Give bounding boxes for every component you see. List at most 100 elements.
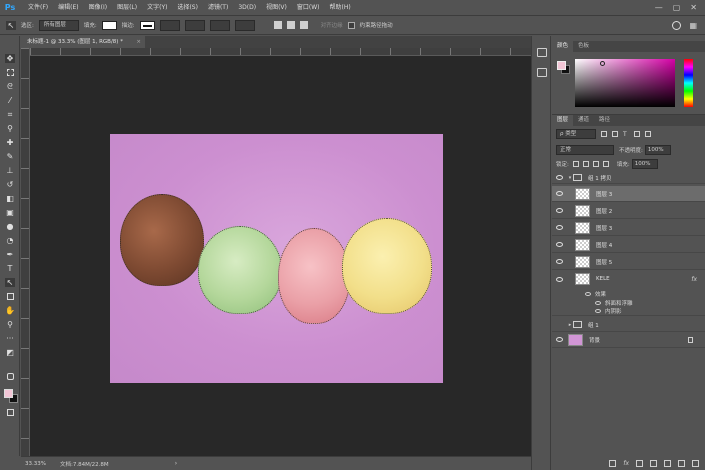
filter-smart-icon[interactable] bbox=[645, 131, 651, 137]
fill-field[interactable]: 100% bbox=[631, 159, 658, 169]
default-colors-icon[interactable]: ◩ bbox=[5, 348, 15, 357]
sample-select[interactable]: 所有图层 bbox=[38, 19, 79, 31]
layer-kele[interactable]: KELE fx bbox=[552, 271, 705, 287]
menu-layer[interactable]: 图层(L) bbox=[112, 0, 142, 15]
filter-adjust-icon[interactable] bbox=[612, 131, 618, 137]
color-panel-foreground-swatch[interactable] bbox=[557, 61, 566, 70]
color-picker-marker[interactable] bbox=[600, 61, 605, 66]
menu-file[interactable]: 文件(F) bbox=[23, 0, 53, 15]
layer-4[interactable]: 图层 4 bbox=[552, 237, 705, 253]
layer-3-selected[interactable]: 图层 3 bbox=[552, 186, 705, 202]
delete-layer-icon[interactable] bbox=[692, 460, 699, 467]
menu-window[interactable]: 窗口(W) bbox=[292, 0, 325, 15]
path-select-icon[interactable]: ↖ bbox=[5, 278, 15, 287]
eye-icon[interactable] bbox=[556, 208, 563, 213]
eye-icon[interactable] bbox=[556, 276, 563, 282]
screen-mode-icon[interactable] bbox=[5, 408, 15, 417]
shape-icon[interactable] bbox=[5, 292, 15, 301]
constrain-checkbox[interactable] bbox=[347, 21, 355, 29]
effect-inner-shadow[interactable]: 内阴影 bbox=[552, 307, 705, 316]
menu-filter[interactable]: 滤镜(T) bbox=[203, 0, 233, 15]
width-field[interactable] bbox=[209, 19, 230, 31]
eye-icon[interactable] bbox=[556, 337, 563, 342]
opacity-field[interactable]: 100% bbox=[644, 145, 671, 155]
status-menu-arrow[interactable]: › bbox=[175, 460, 177, 467]
lock-image-icon[interactable] bbox=[582, 161, 589, 167]
hue-slider[interactable] bbox=[684, 59, 693, 107]
properties-panel-icon[interactable] bbox=[537, 68, 547, 77]
quick-mask-icon[interactable] bbox=[5, 372, 15, 381]
path-align-icon[interactable] bbox=[286, 21, 295, 29]
search-icon[interactable] bbox=[672, 20, 682, 30]
healing-icon[interactable]: ✚ bbox=[5, 138, 15, 147]
add-mask-icon[interactable] bbox=[636, 460, 643, 467]
document-tab[interactable]: 未标题-1 @ 33.3% (图层 1, RGB/8) * × bbox=[21, 36, 145, 48]
fill-swatch[interactable] bbox=[101, 20, 117, 30]
menu-select[interactable]: 选择(S) bbox=[172, 0, 203, 15]
eye-icon[interactable] bbox=[595, 300, 601, 305]
zoom-level[interactable]: 33.33% bbox=[25, 461, 46, 467]
close-button[interactable]: ✕ bbox=[690, 3, 697, 12]
add-style-icon[interactable]: fx bbox=[623, 460, 629, 467]
vertical-ruler[interactable] bbox=[21, 48, 30, 456]
new-group-icon[interactable] bbox=[664, 460, 671, 467]
dodge-icon[interactable]: ◔ bbox=[5, 236, 15, 245]
eye-icon[interactable] bbox=[585, 291, 591, 296]
hand-icon[interactable]: ✋ bbox=[5, 306, 15, 315]
layer-5[interactable]: 图层 5 bbox=[552, 254, 705, 270]
filter-pixel-icon[interactable] bbox=[601, 131, 607, 137]
eye-off-icon[interactable] bbox=[556, 322, 563, 327]
menu-help[interactable]: 帮助(H) bbox=[325, 0, 356, 15]
filter-type-icon[interactable]: T bbox=[623, 131, 629, 138]
blend-mode-select[interactable]: 正常 bbox=[556, 145, 614, 155]
layer-filter-select[interactable]: ρ 类型 bbox=[556, 129, 596, 139]
lock-all-icon[interactable] bbox=[602, 161, 609, 167]
vanilla-scoop[interactable] bbox=[342, 218, 432, 314]
close-tab-icon[interactable]: × bbox=[136, 36, 141, 48]
brush-icon[interactable]: ✎ bbox=[5, 152, 15, 161]
eyedropper-icon[interactable]: ⚲ bbox=[5, 124, 15, 133]
filter-shape-icon[interactable] bbox=[634, 131, 640, 137]
menu-view[interactable]: 视图(V) bbox=[261, 0, 292, 15]
move-icon[interactable]: ✥ bbox=[5, 54, 15, 63]
blur-icon[interactable]: ● bbox=[5, 222, 15, 231]
layer-background[interactable]: 背景 bbox=[552, 332, 705, 348]
eye-icon[interactable] bbox=[556, 175, 563, 180]
pen-icon[interactable]: ✒ bbox=[5, 250, 15, 259]
document-canvas[interactable] bbox=[110, 134, 443, 383]
menu-image[interactable]: 图像(I) bbox=[84, 0, 112, 15]
tab-paths[interactable]: 路径 bbox=[594, 115, 615, 126]
crop-icon[interactable]: ⌗ bbox=[5, 110, 15, 119]
eraser-icon[interactable]: ◧ bbox=[5, 194, 15, 203]
path-arrange-icon[interactable] bbox=[299, 21, 308, 29]
minimize-button[interactable]: — bbox=[655, 3, 663, 12]
zoom-icon[interactable]: ⚲ bbox=[5, 320, 15, 329]
effect-bevel[interactable]: 斜面和浮雕 bbox=[552, 298, 705, 307]
type-icon[interactable]: T bbox=[5, 264, 15, 273]
eye-icon[interactable] bbox=[556, 242, 563, 247]
workspace-icon[interactable]: ▦ bbox=[689, 21, 697, 30]
effects-group[interactable]: 效果 bbox=[552, 289, 705, 298]
tool-preset-icon[interactable]: ↖ bbox=[6, 20, 16, 30]
path-ops-icon[interactable] bbox=[273, 21, 282, 29]
color-spectrum[interactable] bbox=[575, 59, 675, 107]
layer-2[interactable]: 图层 2 bbox=[552, 203, 705, 219]
history-brush-icon[interactable]: ↺ bbox=[5, 180, 15, 189]
history-panel-icon[interactable] bbox=[537, 48, 547, 57]
stroke-swatch[interactable] bbox=[139, 20, 155, 30]
layer-group-1[interactable]: ▸ 组 1 bbox=[552, 318, 705, 332]
chocolate-scoop[interactable] bbox=[120, 194, 204, 286]
stroke-type-select[interactable] bbox=[184, 19, 205, 31]
layer-fx-icon[interactable]: fx bbox=[691, 276, 697, 283]
tab-layers[interactable]: 图层 bbox=[552, 115, 574, 126]
maximize-button[interactable]: ▢ bbox=[673, 3, 681, 12]
tab-channels[interactable]: 通道 bbox=[573, 115, 594, 126]
menu-3d[interactable]: 3D(D) bbox=[233, 0, 261, 15]
lock-transparent-icon[interactable] bbox=[572, 161, 579, 167]
stamp-icon[interactable]: ⊥ bbox=[5, 166, 15, 175]
tab-swatches[interactable]: 色板 bbox=[573, 41, 594, 52]
eye-icon[interactable] bbox=[556, 191, 563, 196]
menu-edit[interactable]: 编辑(E) bbox=[53, 0, 83, 15]
foreground-color-swatch[interactable] bbox=[4, 389, 13, 398]
magic-wand-icon[interactable]: ⁄ bbox=[5, 96, 15, 105]
